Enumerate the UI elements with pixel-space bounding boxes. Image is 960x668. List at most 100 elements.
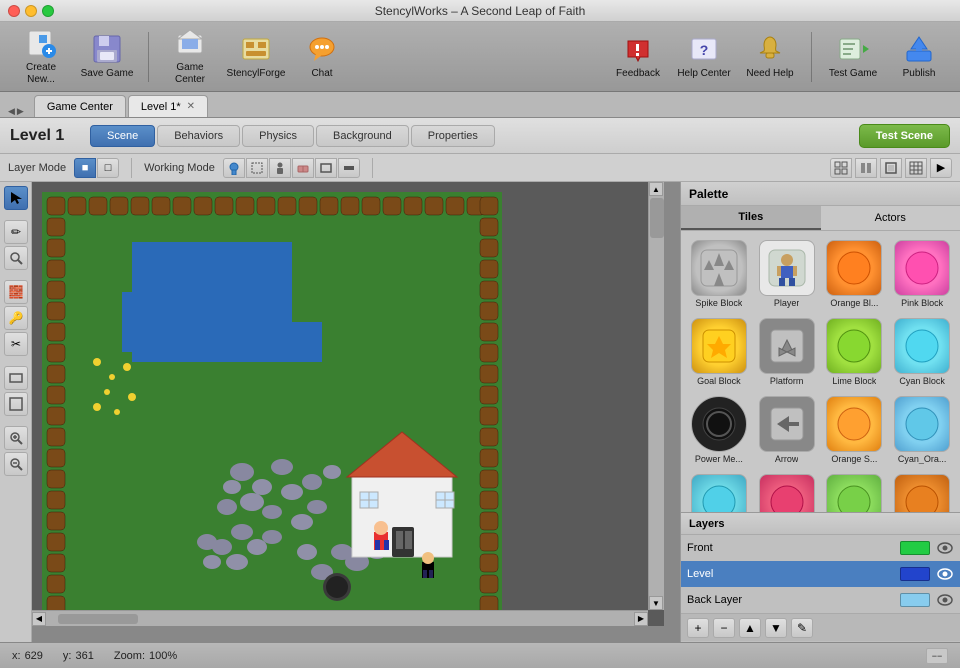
tab-physics[interactable]: Physics xyxy=(242,125,314,147)
palette-item-orange-block[interactable]: Orange Bl... xyxy=(823,237,887,311)
game-center-button[interactable]: Game Center xyxy=(159,27,221,87)
game-center-icon xyxy=(174,27,206,59)
palette-item-power-me[interactable]: Power Me... xyxy=(687,393,751,467)
need-help-button[interactable]: Need Help xyxy=(739,27,801,87)
palette-item-player[interactable]: Player xyxy=(755,237,819,311)
tool-scissors[interactable]: ✂ xyxy=(4,332,28,356)
chat-button[interactable]: Chat xyxy=(291,27,353,87)
vscroll-thumb[interactable] xyxy=(650,198,664,238)
create-new-button[interactable]: Create New... xyxy=(10,27,72,87)
tab-behaviors[interactable]: Behaviors xyxy=(157,125,240,147)
tool-zoom-out[interactable] xyxy=(4,452,28,476)
palette-item-spike-block[interactable]: Spike Block xyxy=(687,237,751,311)
palette-tab-tiles[interactable]: Tiles xyxy=(681,206,821,230)
tool-zoom[interactable] xyxy=(4,246,28,270)
close-button[interactable] xyxy=(8,5,20,17)
level1-tab[interactable]: Level 1* ✕ xyxy=(128,95,208,117)
stencyl-forge-button[interactable]: StencylForge xyxy=(225,27,287,87)
help-center-icon: ? xyxy=(688,33,720,65)
layer-front-visibility[interactable] xyxy=(936,541,954,555)
layer-level-name: Level xyxy=(687,568,894,580)
feedback-button[interactable]: Feedback xyxy=(607,27,669,87)
palette-tab-actors[interactable]: Actors xyxy=(821,206,960,230)
layer-level-visibility[interactable] xyxy=(936,567,954,581)
palette-item-orange-s[interactable]: Orange S... xyxy=(823,393,887,467)
tool-zoom-in[interactable] xyxy=(4,426,28,450)
tool-pointer[interactable] xyxy=(4,186,28,210)
tab-scene[interactable]: Scene xyxy=(90,125,155,147)
wm-eraser-button[interactable] xyxy=(292,158,314,178)
palette-item-goal-block[interactable]: Goal Block xyxy=(687,315,751,389)
status-minus-button[interactable]: −− xyxy=(926,648,948,664)
layer-row-back[interactable]: Back Layer xyxy=(681,587,960,613)
game-center-tab[interactable]: Game Center xyxy=(34,95,126,117)
tool-square[interactable] xyxy=(4,392,28,416)
tool-key[interactable]: 🔑 xyxy=(4,306,28,330)
status-controls: −− xyxy=(926,648,948,664)
canvas-area[interactable]: ▲ ▼ ◀ ▶ xyxy=(32,182,680,642)
palette-item-pink-block[interactable]: Pink Block xyxy=(890,237,954,311)
scroll-up-arrow[interactable]: ▲ xyxy=(649,182,663,196)
wm-character-button[interactable] xyxy=(269,158,291,178)
layer-row-level[interactable]: Level xyxy=(681,561,960,587)
save-game-button[interactable]: Save Game xyxy=(76,27,138,87)
tool-pencil[interactable]: ✏ xyxy=(4,220,28,244)
layer-back-color xyxy=(900,593,930,607)
scroll-down-arrow[interactable]: ▼ xyxy=(649,596,663,610)
palette-item-cyan-ora[interactable]: Cyan_Ora... xyxy=(890,393,954,467)
test-scene-button[interactable]: Test Scene xyxy=(859,124,950,148)
wm-play-button[interactable]: ▶ xyxy=(930,158,952,178)
publish-button[interactable]: Publish xyxy=(888,27,950,87)
wm-fullscreen-button[interactable] xyxy=(880,158,902,178)
layer-front-color xyxy=(900,541,930,555)
help-center-button[interactable]: ? Help Center xyxy=(673,27,735,87)
wm-select-button[interactable] xyxy=(246,158,268,178)
arrow-tile xyxy=(759,396,815,452)
palette-item-cyan-pin[interactable]: Cyan_Pin... xyxy=(755,471,819,512)
palette-item-cyan-lim[interactable]: Cyan_Lim... xyxy=(823,471,887,512)
canvas-scroll[interactable]: ▲ ▼ ◀ ▶ xyxy=(32,182,664,626)
layer-remove-button[interactable]: − xyxy=(713,618,735,638)
scroll-right-arrow[interactable]: ▶ xyxy=(634,612,648,626)
level1-tab-close[interactable]: ✕ xyxy=(187,101,195,112)
palette-item-cyan-block[interactable]: Cyan Block xyxy=(890,315,954,389)
wm-table-button[interactable] xyxy=(905,158,927,178)
test-game-label: Test Game xyxy=(829,68,877,80)
tool-rect[interactable] xyxy=(4,366,28,390)
palette-item-arrow[interactable]: Arrow xyxy=(755,393,819,467)
wm-grid-button[interactable] xyxy=(830,158,852,178)
tab-background[interactable]: Background xyxy=(316,125,409,147)
hscroll-thumb[interactable] xyxy=(58,614,138,624)
game-scene xyxy=(42,192,622,626)
layer-row-front[interactable]: Front xyxy=(681,535,960,561)
tab-properties[interactable]: Properties xyxy=(411,125,495,147)
wm-snap-button[interactable] xyxy=(855,158,877,178)
layer-move-down-button[interactable]: ▼ xyxy=(765,618,787,638)
wm-fill-button[interactable] xyxy=(338,158,360,178)
layer-add-button[interactable]: + xyxy=(687,618,709,638)
layer-mode-active-button[interactable]: □ xyxy=(97,158,119,178)
layer-back-visibility[interactable] xyxy=(936,593,954,607)
minimize-button[interactable] xyxy=(25,5,37,17)
layer-edit-button[interactable]: ✎ xyxy=(791,618,813,638)
palette-tabs: Tiles Actors xyxy=(681,206,960,231)
zoom-value: 100% xyxy=(149,650,177,662)
palette-item-orange-li[interactable]: Orange_Li... xyxy=(890,471,954,512)
maximize-button[interactable] xyxy=(42,5,54,17)
wm-rect-button[interactable] xyxy=(315,158,337,178)
vertical-scrollbar[interactable]: ▲ ▼ xyxy=(648,182,664,610)
horizontal-scrollbar[interactable]: ◀ ▶ xyxy=(32,610,648,626)
palette-item-lime-block[interactable]: Lime Block xyxy=(823,315,887,389)
layer-mode-all-button[interactable]: ■ xyxy=(74,158,96,178)
palette-item-platform[interactable]: Platform xyxy=(755,315,819,389)
palette-item-cyan-switch[interactable]: Cyan Switch xyxy=(687,471,751,512)
tab-nav-right[interactable]: ▶ xyxy=(17,106,24,117)
wm-place-button[interactable] xyxy=(223,158,245,178)
tab-nav-left[interactable]: ◀ xyxy=(8,106,15,117)
scroll-left-arrow[interactable]: ◀ xyxy=(32,612,46,626)
layer-move-up-button[interactable]: ▲ xyxy=(739,618,761,638)
game-center-label: Game Center xyxy=(163,62,217,86)
test-game-button[interactable]: Test Game xyxy=(822,27,884,87)
tool-tile[interactable]: 🧱 xyxy=(4,280,28,304)
save-game-icon xyxy=(91,33,123,65)
